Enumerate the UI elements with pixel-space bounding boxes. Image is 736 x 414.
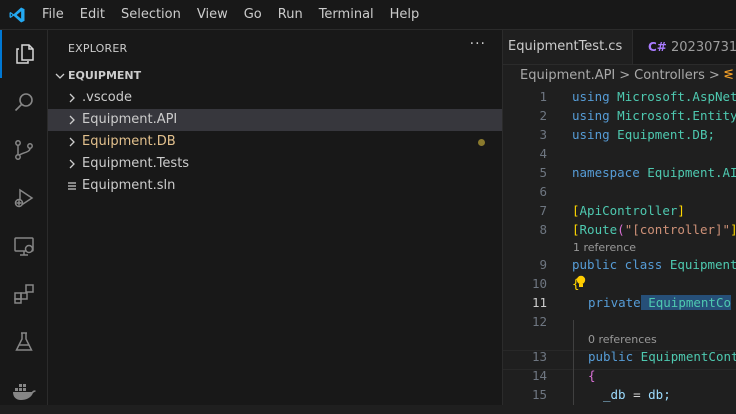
explorer-title: EXPLORER: [68, 42, 128, 55]
line-number: 5: [539, 165, 547, 180]
workspace-folder[interactable]: EQUIPMENT: [48, 65, 502, 87]
chevron-right-icon: [69, 115, 75, 125]
line-number: 13: [531, 349, 547, 364]
explorer-panel: EXPLORER ··· EQUIPMENT .vscode Equipment…: [48, 30, 503, 405]
menu-selection[interactable]: Selection: [113, 0, 189, 30]
code-lens-references[interactable]: 0 references: [588, 333, 657, 346]
breadcrumb-item[interactable]: Equipment.API: [520, 68, 615, 83]
code-line: {: [588, 368, 596, 383]
file-lines-icon: [68, 182, 76, 190]
editor-area: EquipmentTest.cs C# 20230731195 Equipmen…: [503, 30, 736, 405]
line-number: 15: [531, 387, 547, 402]
code-line: _db = db;: [603, 387, 671, 402]
tab-label: EquipmentTest.cs: [508, 39, 623, 54]
code-line: using Equipment.DB;: [572, 127, 715, 142]
line-number: 1: [539, 89, 547, 104]
indent-guide: [573, 320, 574, 405]
menu-view[interactable]: View: [189, 0, 236, 30]
breadcrumb-item[interactable]: Controllers: [634, 68, 705, 83]
menu-help[interactable]: Help: [382, 0, 428, 30]
tree-item-equipment-api[interactable]: Equipment.API: [48, 109, 502, 131]
line-number: 14: [531, 368, 547, 383]
code-line: private EquipmentCo: [588, 295, 731, 310]
code-line: [ApiController]: [572, 203, 685, 218]
testing-icon[interactable]: [0, 318, 48, 366]
search-icon[interactable]: [0, 78, 48, 126]
breadcrumb-separator: >: [619, 68, 631, 83]
tab-migration[interactable]: C# 20230731195: [633, 30, 736, 64]
menu-edit[interactable]: Edit: [72, 0, 113, 30]
code-line: public EquipmentCont: [588, 349, 736, 364]
code-line: public class Equipment: [572, 257, 736, 272]
line-number: 8: [539, 222, 547, 237]
line-number: 12: [531, 314, 547, 329]
menu-terminal[interactable]: Terminal: [311, 0, 382, 30]
chevron-right-icon: [69, 159, 75, 169]
line-number: 3: [539, 127, 547, 142]
menu-go[interactable]: Go: [236, 0, 270, 30]
menu-run[interactable]: Run: [270, 0, 311, 30]
code-editor[interactable]: 1 2 3 4 5 6 7 8 9 10 11 12 13 14 15 usin…: [503, 87, 736, 405]
vscode-logo-icon: [9, 7, 25, 23]
tree-item-equipment-tests[interactable]: Equipment.Tests: [48, 153, 502, 175]
tab-bar: EquipmentTest.cs C# 20230731195: [503, 30, 736, 65]
class-symbol-icon: ᓬ: [723, 68, 734, 83]
line-number: 11: [531, 295, 547, 310]
workspace-folder-label: EQUIPMENT: [68, 69, 142, 82]
extensions-icon[interactable]: [0, 270, 48, 318]
modified-indicator: [478, 139, 485, 146]
chevron-right-icon: [69, 93, 75, 103]
line-number: 7: [539, 203, 547, 218]
chevron-down-icon: [55, 73, 65, 79]
line-number: 4: [539, 146, 547, 161]
activity-bar: [0, 30, 48, 405]
code-line: namespace Equipment.AI: [572, 165, 736, 180]
tab-equipmenttest-cs[interactable]: EquipmentTest.cs: [503, 30, 633, 64]
run-debug-icon[interactable]: [0, 174, 48, 222]
lightbulb-icon[interactable]: [575, 275, 587, 289]
code-line: [Route("[controller]"]: [572, 222, 736, 237]
tree-item-vscode[interactable]: .vscode: [48, 87, 502, 109]
menu-file[interactable]: File: [34, 0, 72, 30]
breadcrumb-separator: >: [708, 68, 720, 83]
tree-item-label: Equipment.API: [82, 112, 178, 127]
docker-icon[interactable]: [0, 366, 48, 414]
code-line: using Microsoft.Entity: [572, 108, 736, 123]
csharp-icon: C#: [648, 40, 667, 54]
code-line: using Microsoft.AspNet: [572, 89, 736, 104]
line-number: 2: [539, 108, 547, 123]
remote-explorer-icon[interactable]: [0, 222, 48, 270]
line-number: 10: [531, 276, 547, 291]
more-actions-icon[interactable]: ···: [470, 36, 486, 52]
tree-item-label: Equipment.sln: [82, 178, 176, 193]
title-bar: File Edit Selection View Go Run Terminal…: [0, 0, 736, 30]
line-number: 9: [539, 257, 547, 272]
chevron-right-icon: [69, 137, 75, 147]
tree-item-equipment-db[interactable]: Equipment.DB: [48, 131, 502, 153]
tree-item-label: Equipment.DB: [82, 134, 176, 149]
line-number: 6: [539, 184, 547, 199]
tree-item-label: .vscode: [82, 90, 132, 105]
tab-label: 20230731195: [671, 40, 736, 55]
tree-item-label: Equipment.Tests: [82, 156, 190, 171]
menu-bar: File Edit Selection View Go Run Terminal…: [34, 0, 427, 30]
breadcrumb: Equipment.API>Controllers>ᓬBa: [520, 66, 736, 86]
explorer-icon[interactable]: [0, 30, 48, 78]
code-lens-references[interactable]: 1 reference: [573, 241, 636, 254]
source-control-icon[interactable]: [0, 126, 48, 174]
tree-item-equipment-sln[interactable]: Equipment.sln: [48, 175, 502, 197]
